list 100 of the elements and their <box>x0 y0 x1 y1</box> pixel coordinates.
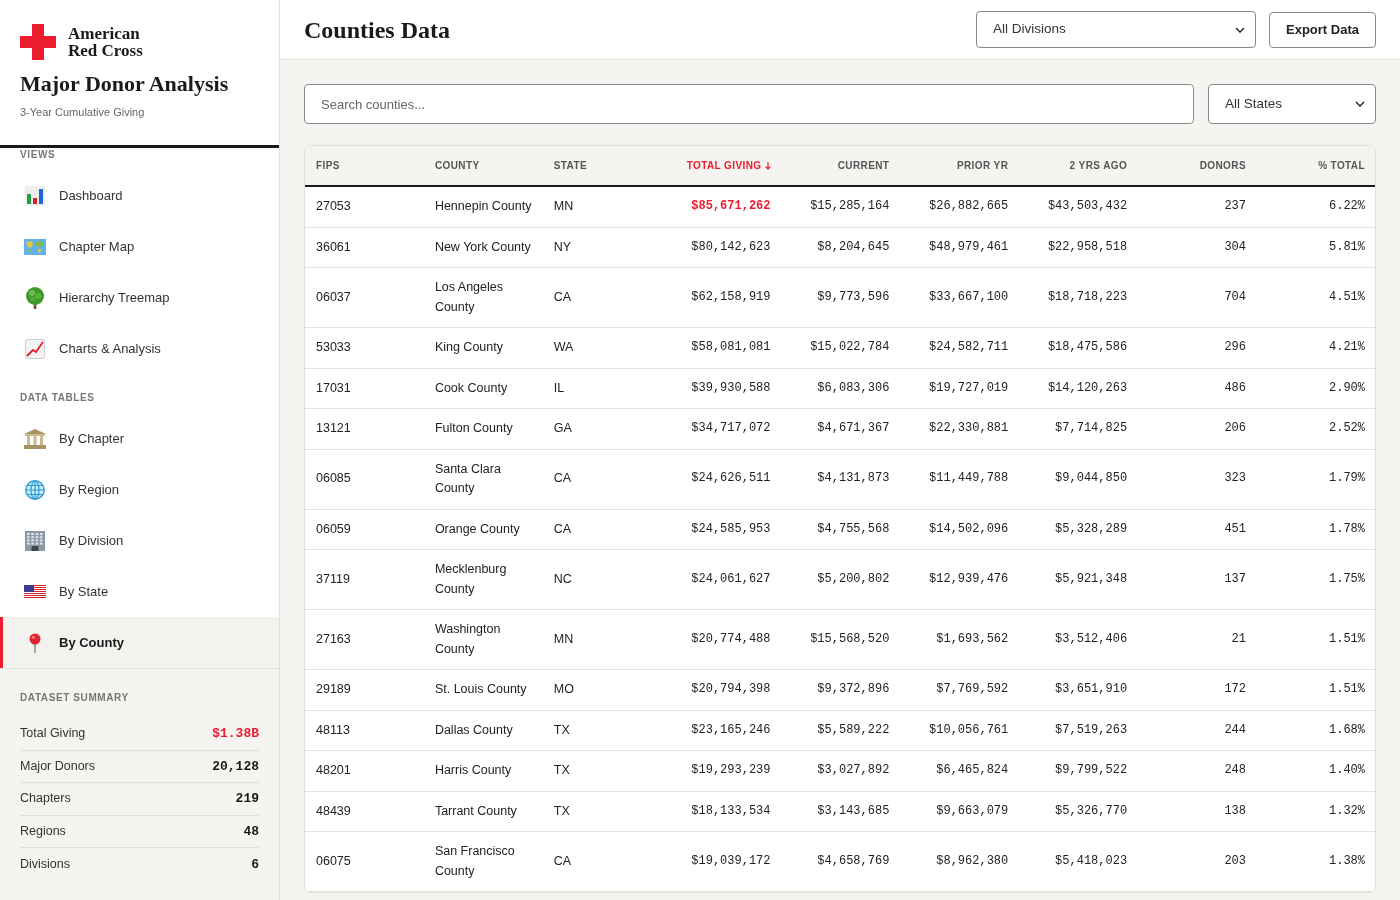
table-cell: 172 <box>1137 669 1256 710</box>
section-label: VIEWS <box>20 149 57 161</box>
table-cell: $6,083,306 <box>780 368 900 409</box>
table-cell: $48,979,461 <box>899 227 1019 268</box>
table-cell: 21 <box>1137 609 1256 670</box>
stat-label: Divisions <box>20 855 70 873</box>
table-cell: $14,120,263 <box>1018 368 1138 409</box>
table-cell: $5,418,023 <box>1018 831 1138 892</box>
table-cell: $8,962,380 <box>899 831 1019 892</box>
table-cell: Tarrant County <box>423 791 543 832</box>
search-field[interactable]: Search counties... <box>304 84 1194 124</box>
table-cell: Fulton County <box>423 408 543 449</box>
world-map-icon <box>24 238 46 255</box>
table-cell: TX <box>542 750 662 791</box>
table-cell: 17031 <box>305 368 424 409</box>
table-cell: $8,204,645 <box>780 227 900 268</box>
stat-value: $1.38B <box>212 725 259 743</box>
table-cell: TX <box>542 710 662 751</box>
table-cell: $3,651,910 <box>1018 669 1138 710</box>
column-header[interactable]: DONORS <box>1137 146 1256 186</box>
stat-value: 20,128 <box>212 757 259 776</box>
table-cell: $11,449,788 <box>899 449 1019 509</box>
arrow-down-icon <box>764 162 771 170</box>
table-cell: CA <box>542 267 662 328</box>
table-cell: $7,769,592 <box>899 669 1019 710</box>
table-cell: CA <box>542 449 662 509</box>
stat-value: 219 <box>235 790 259 808</box>
state-select[interactable]: All States <box>1208 84 1376 124</box>
table-cell: $24,582,711 <box>899 327 1019 368</box>
table-cell: $33,667,100 <box>899 267 1019 328</box>
table-cell: $80,142,623 <box>661 227 781 268</box>
column-header[interactable]: FIPS <box>305 146 424 186</box>
bar-chart-icon <box>25 185 45 206</box>
table-cell: 244 <box>1137 710 1256 751</box>
table-cell: Cook County <box>423 368 543 409</box>
table-cell: San Francisco County <box>423 831 543 892</box>
table-cell: MO <box>542 669 662 710</box>
table-cell: $34,717,072 <box>661 408 781 449</box>
table-cell: $24,626,511 <box>661 449 781 509</box>
table-cell: 1.38% <box>1256 831 1375 892</box>
table-cell: $9,663,079 <box>899 791 1019 832</box>
table-cell: 48201 <box>305 750 424 791</box>
table-cell: 1.32% <box>1256 791 1375 832</box>
tree-icon <box>25 286 45 309</box>
table-cell: 4.51% <box>1256 267 1375 328</box>
table-cell: 1.75% <box>1256 549 1375 610</box>
column-header[interactable]: % TOTAL <box>1256 146 1375 186</box>
table-cell: $20,794,398 <box>661 669 781 710</box>
stat-label: Major Donors <box>20 757 96 775</box>
table-cell: $19,293,239 <box>661 750 781 791</box>
table-cell: 48439 <box>305 791 424 832</box>
table-cell: $18,718,223 <box>1018 267 1138 328</box>
brand-name: American Red Cross <box>68 25 143 59</box>
classical-building-icon <box>24 428 46 449</box>
table-cell: $18,133,534 <box>661 791 781 832</box>
column-header[interactable]: PRIOR YR <box>899 146 1019 186</box>
table-cell: New York County <box>423 227 543 268</box>
table-cell: $20,774,488 <box>661 609 781 670</box>
column-header[interactable]: 2 YRS AGO <box>1018 146 1138 186</box>
table-cell: 138 <box>1137 791 1256 832</box>
stat-value: 48 <box>243 822 259 841</box>
table-cell: 1.51% <box>1256 669 1375 710</box>
table-cell: $14,502,096 <box>899 509 1019 550</box>
nav-item[interactable]: By County <box>0 617 279 668</box>
table-cell: 06037 <box>305 267 424 328</box>
table-cell: MN <box>542 609 662 670</box>
column-header[interactable]: STATE <box>542 146 662 186</box>
table-cell: NY <box>542 227 662 268</box>
table-cell: $19,727,019 <box>899 368 1019 409</box>
export-button[interactable]: Export Data <box>1269 11 1376 48</box>
table-cell: 451 <box>1137 509 1256 550</box>
table-cell: $15,285,164 <box>780 186 900 227</box>
pushpin-icon <box>29 632 41 653</box>
division-select[interactable]: All Divisions <box>976 11 1257 48</box>
table-cell: 486 <box>1137 368 1256 409</box>
table-cell: Washington County <box>423 609 543 670</box>
table-cell: $26,882,665 <box>899 186 1019 227</box>
table-cell: $18,475,586 <box>1018 327 1138 368</box>
table-cell: 2.52% <box>1256 408 1375 449</box>
table-cell: 6.22% <box>1256 186 1375 227</box>
table-cell: Orange County <box>423 509 543 550</box>
table-cell: $5,328,289 <box>1018 509 1138 550</box>
column-header[interactable]: TOTAL GIVING <box>661 146 781 186</box>
column-header[interactable]: CURRENT <box>780 146 900 186</box>
table-cell: King County <box>423 327 543 368</box>
table-cell: 137 <box>1137 549 1256 610</box>
table-cell: 27053 <box>305 186 424 227</box>
table-cell: 304 <box>1137 227 1256 268</box>
table-cell: $4,671,367 <box>780 408 900 449</box>
table-cell: Dallas County <box>423 710 543 751</box>
app-subtitle: 3-Year Cumulative Giving <box>20 105 146 120</box>
table-cell: $4,131,873 <box>780 449 900 509</box>
stat-value: 6 <box>251 855 259 874</box>
table-cell: 206 <box>1137 408 1256 449</box>
table-cell: 2.90% <box>1256 368 1375 409</box>
chevron-down-icon <box>1355 101 1365 107</box>
table-cell: 1.40% <box>1256 750 1375 791</box>
table-cell: 48113 <box>305 710 424 751</box>
column-header[interactable]: COUNTY <box>423 146 543 186</box>
table-cell: $5,200,802 <box>780 549 900 610</box>
